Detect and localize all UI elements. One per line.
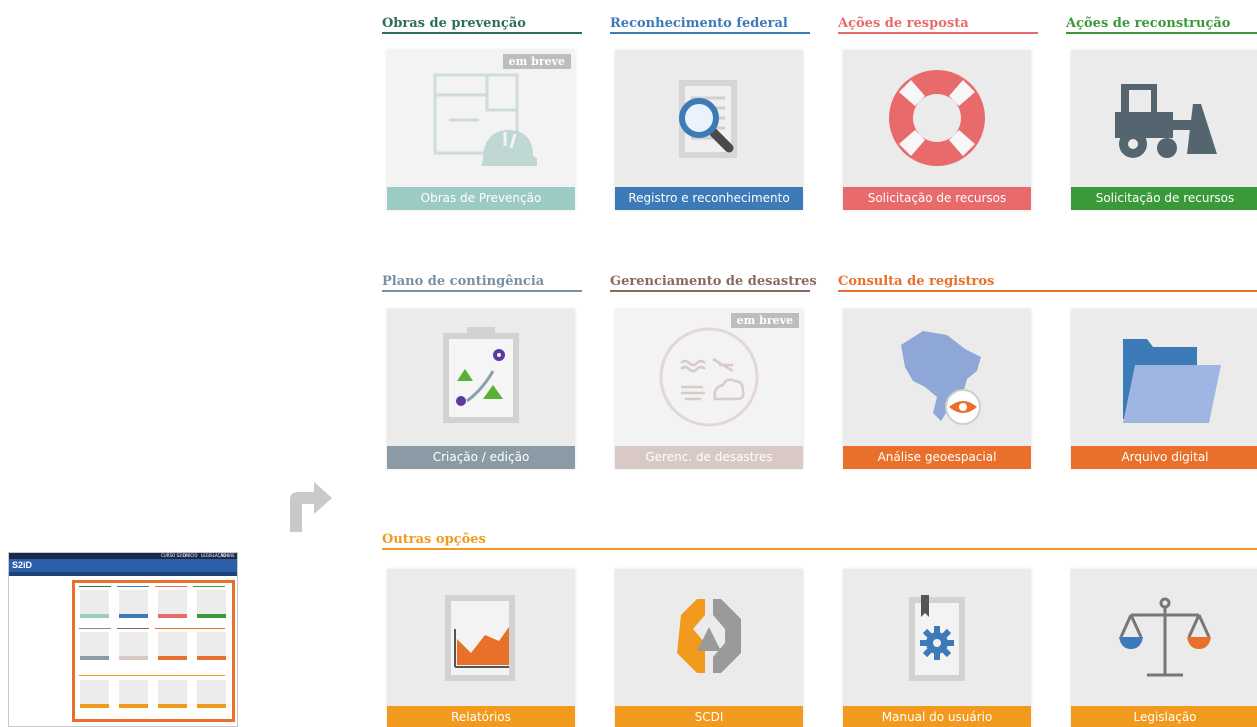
tile-label: Criação / edição	[387, 446, 575, 469]
brazil-map-eye-icon	[901, 331, 981, 425]
redirect-arrow-icon	[290, 482, 332, 532]
lifebuoy-icon	[889, 70, 985, 166]
thumbnail-logo: S2iD	[12, 560, 33, 570]
section-reconhecimento-federal: Reconhecimento federal	[610, 12, 810, 34]
section-consulta-de-registros: Consulta de registros	[838, 270, 1257, 292]
section-obras-de-prevencao: Obras de prevenção	[382, 12, 582, 34]
thumbnail-subbar	[9, 572, 237, 576]
section-title: Ações de resposta	[838, 16, 969, 31]
tile-analise-geoespacial[interactable]: Análise geoespacial	[843, 309, 1031, 469]
tile-relatorios[interactable]: Relatórios	[387, 569, 575, 727]
tile-label: Relatórios	[387, 706, 575, 727]
bulldozer-icon	[1115, 84, 1217, 158]
folder-icon	[1123, 339, 1221, 423]
tile-solicitacao-recursos-reconstrucao[interactable]: Solicitação de recursos	[1071, 50, 1257, 210]
tile-label: Solicitação de recursos	[843, 187, 1031, 210]
scdi-logo-icon	[677, 599, 741, 673]
tile-label: SCDI	[615, 706, 803, 727]
section-outras-opcoes: Outras opções	[382, 528, 1257, 550]
tile-obras-de-prevencao[interactable]: em breve Obras de Prevenção	[387, 50, 575, 210]
tile-criacao-edicao[interactable]: Criação / edição	[387, 309, 575, 469]
section-title: Consulta de registros	[838, 274, 995, 289]
tile-solicitacao-recursos-resposta[interactable]: Solicitação de recursos	[843, 50, 1031, 210]
coming-soon-badge: em breve	[730, 313, 799, 328]
section-plano-de-contingencia: Plano de contingência	[382, 270, 582, 292]
section-title: Ações de reconstrução	[1066, 16, 1231, 31]
tile-label: Gerenc. de desastres	[615, 446, 803, 469]
tile-manual-do-usuario[interactable]: Manual do usuário	[843, 569, 1031, 727]
report-chart-icon	[445, 595, 515, 681]
tile-label: Legislação	[1071, 706, 1257, 727]
tile-label: Obras de Prevenção	[387, 187, 575, 210]
tile-scdi[interactable]: SCDI	[615, 569, 803, 727]
section-title: Reconhecimento federal	[610, 16, 788, 31]
tile-registro-e-reconhecimento[interactable]: Registro e reconhecimento	[615, 50, 803, 210]
page-thumbnail: CURSO S2ID INÍCIO LEGISLAÇÃO SOBRE O SIS…	[8, 552, 238, 727]
thumbnail-highlight-frame	[72, 580, 235, 722]
tile-label: Manual do usuário	[843, 706, 1031, 727]
thumbnail-header: S2iD	[9, 559, 237, 572]
tile-legislacao[interactable]: Legislação	[1071, 569, 1257, 727]
tile-label: Registro e reconhecimento	[615, 187, 803, 210]
section-acoes-de-reconstrucao: Ações de reconstrução	[1066, 12, 1257, 34]
section-title: Plano de contingência	[382, 274, 545, 289]
section-title: Gerenciamento de desastres	[610, 274, 817, 289]
tile-gerenciamento-de-desastres[interactable]: em breve Gerenc. de desastres	[615, 309, 803, 469]
section-title: Outras opções	[382, 532, 486, 547]
section-acoes-de-resposta: Ações de resposta	[838, 12, 1038, 34]
weather-hazard-icon	[659, 327, 759, 427]
section-gerenciamento-de-desastres: Gerenciamento de desastres	[610, 270, 817, 292]
tile-label: Análise geoespacial	[843, 446, 1031, 469]
coming-soon-badge: em breve	[502, 54, 571, 69]
tile-label: Solicitação de recursos	[1071, 187, 1257, 210]
clipboard-map-icon	[443, 327, 519, 423]
section-title: Obras de prevenção	[382, 16, 526, 31]
construction-plan-helmet-icon	[433, 73, 537, 166]
manual-gear-icon	[909, 595, 965, 681]
scales-icon	[1119, 597, 1211, 677]
tile-arquivo-digital[interactable]: Arquivo digital	[1071, 309, 1257, 469]
document-search-icon	[679, 80, 737, 158]
tile-label: Arquivo digital	[1071, 446, 1257, 469]
